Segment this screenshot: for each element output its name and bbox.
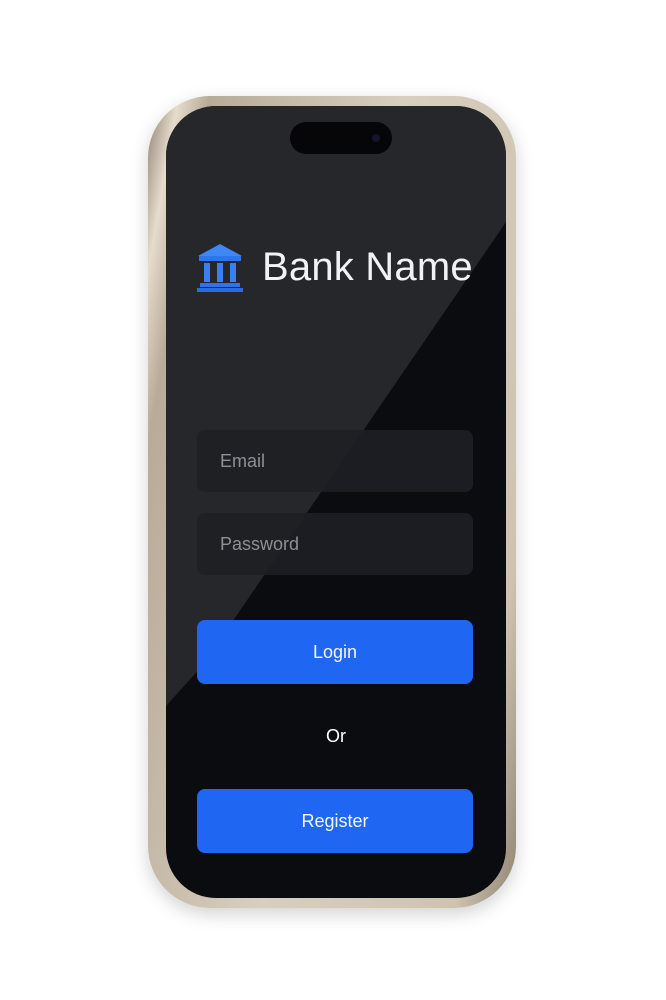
or-divider-text: Or bbox=[326, 726, 346, 746]
bank-name-title: Bank Name bbox=[262, 244, 473, 289]
front-camera bbox=[372, 134, 380, 142]
bank-building-icon bbox=[197, 244, 243, 292]
phone-screen: Bank Name Login Or Register bbox=[166, 106, 506, 898]
brand-header: Bank Name bbox=[196, 242, 473, 292]
email-field[interactable] bbox=[197, 430, 473, 492]
screen-glare bbox=[166, 106, 506, 706]
register-button[interactable]: Register bbox=[197, 789, 473, 853]
dynamic-island bbox=[290, 122, 392, 154]
password-field[interactable] bbox=[197, 513, 473, 575]
device-mockup: Bank Name Login Or Register bbox=[0, 0, 666, 1000]
login-button[interactable]: Login bbox=[197, 620, 473, 684]
